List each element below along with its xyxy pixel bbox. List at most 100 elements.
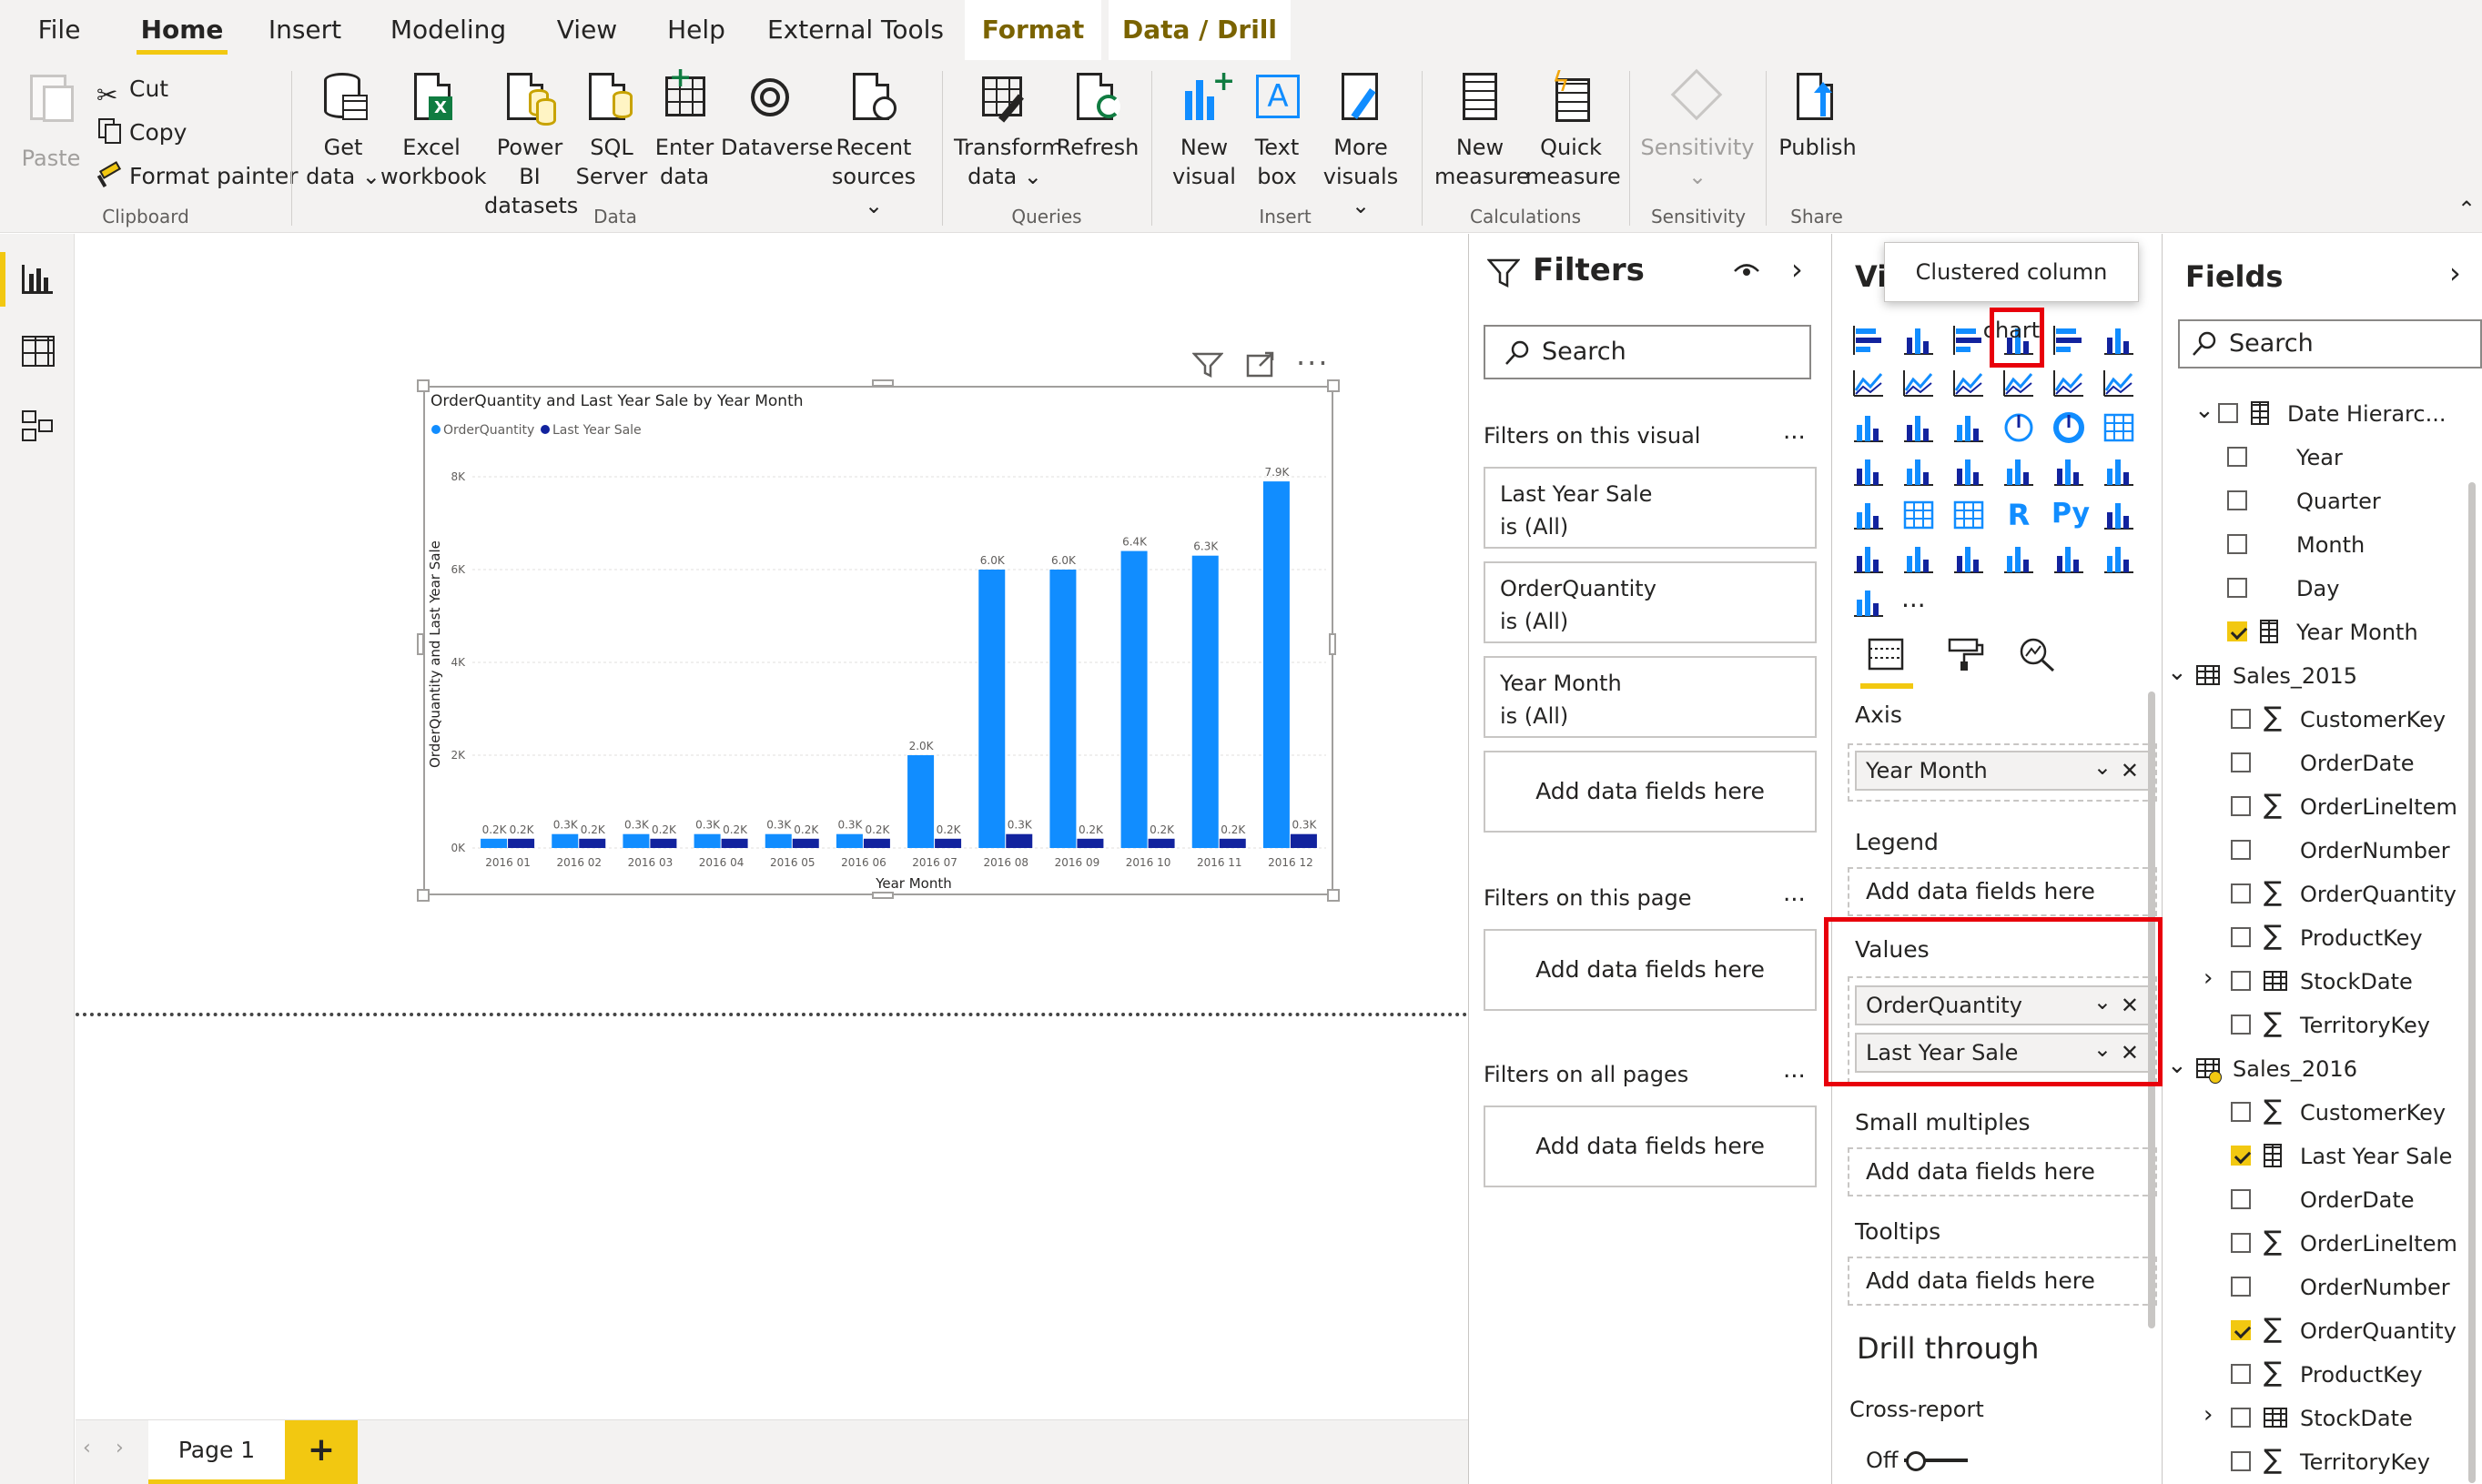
bar-last-year-sale[interactable] bbox=[650, 838, 677, 848]
line-and-clustered-column-icon[interactable] bbox=[2051, 367, 2086, 401]
resize-handle[interactable] bbox=[417, 379, 430, 392]
dataverse-button[interactable]: Dataverse bbox=[721, 69, 833, 162]
qa-icon[interactable] bbox=[1901, 541, 1936, 576]
bar-last-year-sale[interactable] bbox=[579, 838, 606, 848]
field-checkbox[interactable] bbox=[2231, 1408, 2251, 1428]
sql-server-button[interactable]: SQL Server bbox=[575, 69, 648, 191]
chevron-down-icon[interactable]: ⌄ bbox=[2167, 654, 2187, 691]
resize-handle[interactable] bbox=[1329, 633, 1336, 655]
filter-card-year-month[interactable]: Year Month is (All) bbox=[1484, 656, 1817, 738]
menu-external-tools[interactable]: External Tools bbox=[765, 0, 947, 60]
menu-data-drill[interactable]: Data / Drill bbox=[1109, 0, 1291, 60]
more-options-icon[interactable]: ··· bbox=[1296, 346, 1330, 380]
bar-last-year-sale[interactable] bbox=[1148, 838, 1175, 848]
field-orderlineitem[interactable]: ∑ OrderLineItem bbox=[2163, 789, 2473, 825]
power-bi-datasets-button[interactable]: Power BI datasets bbox=[484, 69, 578, 220]
excel-workbook-button[interactable]: X Excel workbook bbox=[380, 69, 487, 191]
focus-mode-icon[interactable] bbox=[1245, 351, 1282, 382]
legend-drop-zone[interactable]: Add data fields here bbox=[1848, 867, 2157, 916]
sensitivity-button[interactable]: Sensitivity ⌄ bbox=[1638, 68, 1757, 191]
small-multiples-drop-zone[interactable]: Add data fields here bbox=[1848, 1147, 2157, 1196]
card-icon[interactable] bbox=[2001, 454, 2036, 489]
bar-orderquantity[interactable] bbox=[694, 833, 721, 848]
field-day[interactable]: Day bbox=[2163, 570, 2473, 607]
bar-orderquantity[interactable] bbox=[978, 570, 1006, 848]
axis-field-pill[interactable]: Year Month ⌄ ✕ bbox=[1855, 751, 2150, 791]
chevron-down-icon[interactable]: ⌄ bbox=[2167, 1047, 2187, 1084]
text-box-button[interactable]: A Text box bbox=[1243, 69, 1311, 191]
tooltips-drop-zone[interactable]: Add data fields here bbox=[1848, 1257, 2157, 1306]
menu-format[interactable]: Format bbox=[965, 0, 1101, 60]
arcgis-map-icon[interactable] bbox=[2051, 541, 2086, 576]
resize-handle[interactable] bbox=[417, 633, 424, 655]
bar-last-year-sale[interactable] bbox=[1290, 833, 1317, 848]
analytics-magnifier-icon[interactable] bbox=[2015, 636, 2061, 676]
fields-tab-icon[interactable] bbox=[1864, 636, 1910, 676]
eye-icon[interactable] bbox=[1733, 259, 1760, 287]
line-chart-icon[interactable] bbox=[1851, 367, 1886, 401]
field-stockdate[interactable]: › StockDate bbox=[2163, 964, 2473, 1000]
menu-help[interactable]: Help bbox=[655, 0, 737, 60]
clustered-column-chart-visual[interactable]: OrderQuantity and Last Year Sale by Year… bbox=[423, 386, 1333, 895]
treemap-icon[interactable] bbox=[2102, 410, 2136, 445]
recent-sources-button[interactable]: Recent sources ⌄ bbox=[823, 69, 925, 220]
area-chart-icon[interactable] bbox=[1901, 367, 1936, 401]
key-influencers-icon[interactable] bbox=[2102, 498, 2136, 532]
field-orderdate[interactable]: OrderDate bbox=[2163, 1182, 2473, 1218]
table-sales-2015[interactable]: ⌄ Sales_2015 bbox=[2163, 658, 2473, 694]
power-apps-icon[interactable] bbox=[2102, 541, 2136, 576]
fields-search-input[interactable]: Search bbox=[2178, 319, 2482, 368]
field-orderquantity[interactable]: ∑ OrderQuantity bbox=[2163, 876, 2473, 913]
cut-button[interactable]: ✂ Cut bbox=[96, 71, 168, 110]
field-checkbox[interactable] bbox=[2231, 1233, 2251, 1253]
field-checkbox[interactable] bbox=[2231, 709, 2251, 729]
bar-orderquantity[interactable] bbox=[623, 833, 650, 848]
stacked-bar-chart-icon[interactable] bbox=[1851, 323, 1886, 358]
refresh-button[interactable]: Refresh bbox=[1056, 69, 1140, 162]
bar-orderquantity[interactable] bbox=[481, 838, 508, 848]
field-checkbox[interactable] bbox=[2231, 927, 2251, 947]
100-stacked-column-chart-icon[interactable] bbox=[2102, 323, 2136, 358]
field-checkbox[interactable] bbox=[2231, 752, 2251, 772]
line-and-column-chart-icon[interactable] bbox=[2001, 367, 2036, 401]
filters-page-drop-zone[interactable]: Add data fields here bbox=[1484, 929, 1817, 1011]
power-automate-icon[interactable] bbox=[1851, 585, 1886, 620]
bar-orderquantity[interactable] bbox=[552, 833, 579, 848]
field-checkbox[interactable] bbox=[2231, 1364, 2251, 1384]
legend-label-last-year-sale[interactable]: Last Year Sale bbox=[552, 423, 642, 438]
field-checkbox[interactable] bbox=[2231, 971, 2251, 991]
ribbon-chart-icon[interactable] bbox=[2102, 367, 2136, 401]
get-data-button[interactable]: Get data ⌄ bbox=[305, 69, 381, 191]
menu-view[interactable]: View bbox=[546, 0, 628, 60]
bar-last-year-sale[interactable] bbox=[1219, 838, 1246, 848]
bar-last-year-sale[interactable] bbox=[721, 838, 748, 848]
bar-orderquantity[interactable] bbox=[907, 755, 935, 848]
field-checkbox[interactable] bbox=[2231, 1277, 2251, 1297]
report-view-icon[interactable] bbox=[20, 261, 56, 298]
scatter-chart-icon[interactable] bbox=[1951, 410, 1986, 445]
legend-label-orderquantity[interactable]: OrderQuantity bbox=[443, 423, 534, 438]
resize-handle[interactable] bbox=[417, 889, 430, 902]
gauge-icon[interactable] bbox=[1951, 454, 1986, 489]
chevron-right-icon[interactable]: › bbox=[2203, 1397, 2213, 1433]
bar-orderquantity[interactable] bbox=[765, 833, 792, 848]
filters-search-input[interactable]: Search bbox=[1484, 325, 1811, 379]
menu-file[interactable]: File bbox=[18, 0, 100, 60]
field-stockdate[interactable]: › StockDate bbox=[2163, 1400, 2473, 1437]
collapse-filters-icon[interactable]: › bbox=[1791, 252, 1803, 287]
field-checkbox[interactable] bbox=[2231, 1320, 2251, 1340]
enter-data-button[interactable]: + Enter data bbox=[648, 65, 721, 191]
model-view-icon[interactable] bbox=[20, 407, 56, 443]
quick-measure-button[interactable]: ϟ Quick measure bbox=[1525, 69, 1621, 191]
field-checkbox[interactable] bbox=[2227, 490, 2247, 510]
matrix-icon[interactable] bbox=[1951, 498, 1986, 532]
filter-icon[interactable] bbox=[1191, 351, 1229, 382]
filter-card-orderquantity[interactable]: OrderQuantity is (All) bbox=[1484, 561, 1817, 643]
field-territorykey[interactable]: ∑ TerritoryKey bbox=[2163, 1007, 2473, 1044]
collapse-ribbon-icon[interactable]: ⌃ bbox=[2457, 197, 2476, 222]
more-visuals-button[interactable]: More visuals ⌄ bbox=[1311, 69, 1411, 220]
field-last-year-sale[interactable]: Last Year Sale bbox=[2163, 1138, 2473, 1175]
multi-row-card-icon[interactable] bbox=[2051, 454, 2086, 489]
transform-data-button[interactable]: Transform data ⌄ bbox=[954, 69, 1062, 191]
field-year-month[interactable]: Year Month bbox=[2163, 614, 2473, 651]
